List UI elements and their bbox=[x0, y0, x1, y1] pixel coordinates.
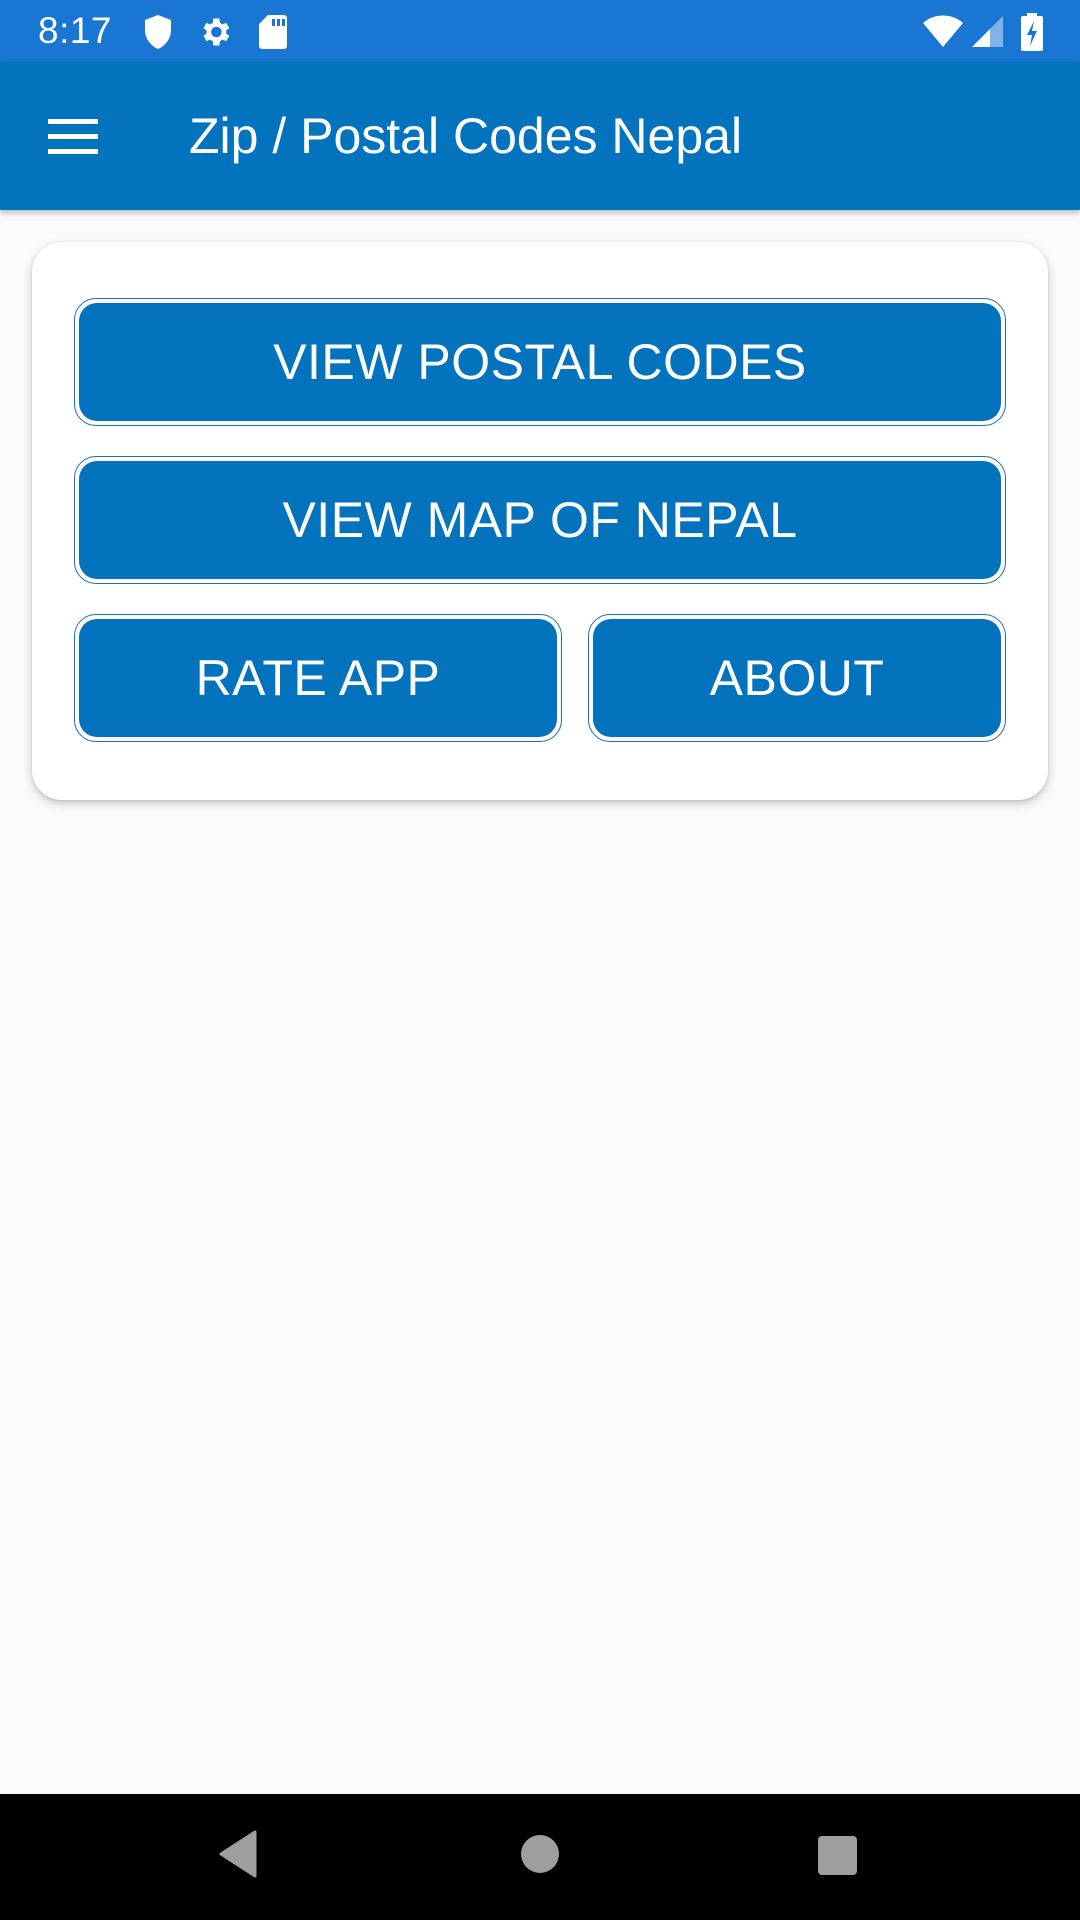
menu-card: VIEW POSTAL CODES VIEW MAP OF NEPAL RATE… bbox=[32, 242, 1048, 800]
sd-card-icon bbox=[258, 14, 288, 55]
recents-icon[interactable] bbox=[818, 1836, 857, 1875]
status-time: 8:17 bbox=[38, 10, 113, 51]
navigation-bar bbox=[0, 1794, 1080, 1920]
shield-icon bbox=[143, 14, 173, 55]
view-postal-codes-button[interactable]: VIEW POSTAL CODES bbox=[79, 303, 1001, 421]
rate-app-button-frame: RATE APP bbox=[74, 614, 562, 742]
view-map-of-nepal-button[interactable]: VIEW MAP OF NEPAL bbox=[79, 461, 1001, 579]
hamburger-menu-icon[interactable] bbox=[30, 100, 114, 172]
app-title: Zip / Postal Codes Nepal bbox=[189, 108, 743, 164]
home-icon[interactable] bbox=[521, 1835, 559, 1873]
rate-app-button[interactable]: RATE APP bbox=[79, 619, 557, 737]
battery-charging-icon bbox=[1020, 12, 1044, 57]
signal-icon bbox=[970, 14, 1004, 53]
back-icon[interactable] bbox=[218, 1830, 258, 1883]
about-button-frame: ABOUT bbox=[588, 614, 1006, 742]
about-button[interactable]: ABOUT bbox=[593, 619, 1001, 737]
wifi-icon bbox=[922, 14, 964, 53]
app-bar: Zip / Postal Codes Nepal bbox=[0, 62, 1080, 210]
view-map-button-frame: VIEW MAP OF NEPAL bbox=[74, 456, 1006, 584]
view-postal-codes-button-frame: VIEW POSTAL CODES bbox=[74, 298, 1006, 426]
gear-icon bbox=[197, 14, 233, 55]
status-bar: 8:17 bbox=[0, 0, 1080, 62]
